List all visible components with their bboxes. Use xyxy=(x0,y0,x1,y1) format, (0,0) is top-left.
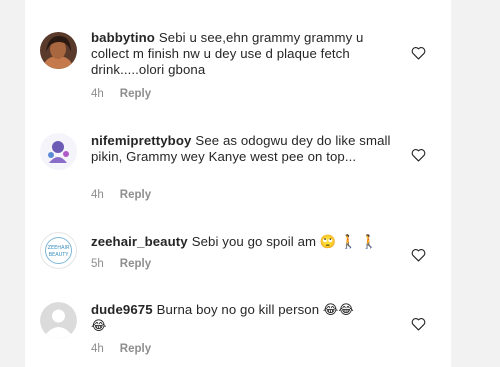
profile-photo-icon[interactable] xyxy=(40,32,77,69)
comment-meta: 4h Reply xyxy=(91,88,151,100)
comment-time: 4h xyxy=(91,88,104,100)
comment-time: 4h xyxy=(91,189,104,201)
svg-text:BEAUTY: BEAUTY xyxy=(49,252,70,258)
comment-emoji-line2: 😂 xyxy=(91,318,107,333)
reply-button[interactable]: Reply xyxy=(120,88,151,100)
reply-button[interactable]: Reply xyxy=(120,189,151,201)
heart-outline-icon[interactable] xyxy=(411,148,426,162)
reply-button[interactable]: Reply xyxy=(120,258,151,270)
comment-time: 4h xyxy=(91,343,104,355)
comment-text: babbytino Sebi u see,ehn grammy grammy u … xyxy=(91,30,391,78)
heart-outline-icon[interactable] xyxy=(411,248,426,262)
comment-username[interactable]: dude9675 xyxy=(91,302,153,317)
reply-button[interactable]: Reply xyxy=(120,343,151,355)
comment-username[interactable]: nifemiprettyboy xyxy=(91,133,191,148)
brand-logo-icon[interactable]: ZEEHAIR BEAUTY xyxy=(40,232,77,269)
comment-meta: 4h Reply xyxy=(91,343,151,355)
comment-body: Sebi you go spoil am xyxy=(191,234,317,249)
svg-text:ZEEHAIR: ZEEHAIR xyxy=(48,245,70,251)
comment-meta: 4h Reply xyxy=(91,189,151,201)
profile-photo-icon[interactable] xyxy=(40,133,77,170)
comment-text: dude9675 Burna boy no go kill person 😂😂 😂 xyxy=(91,302,391,334)
comment-time: 5h xyxy=(91,258,104,270)
comment-emoji: 😂😂 xyxy=(322,302,354,317)
comment-username[interactable]: zeehair_beauty xyxy=(91,234,188,249)
default-avatar-icon[interactable] xyxy=(40,302,77,339)
comment-emoji: 🙄 🚶 🚶 xyxy=(319,234,377,249)
comment-text: zeehair_beauty Sebi you go spoil am 🙄 🚶 🚶 xyxy=(91,234,391,250)
comment-text: nifemiprettyboy See as odogwu dey do like… xyxy=(91,133,391,165)
comment-body: Burna boy no go kill person xyxy=(156,302,320,317)
heart-outline-icon[interactable] xyxy=(411,317,426,331)
comments-panel: babbytino Sebi u see,ehn grammy grammy u … xyxy=(25,0,451,367)
comment-meta: 5h Reply xyxy=(91,258,151,270)
heart-outline-icon[interactable] xyxy=(411,46,426,60)
comment-username[interactable]: babbytino xyxy=(91,30,155,45)
